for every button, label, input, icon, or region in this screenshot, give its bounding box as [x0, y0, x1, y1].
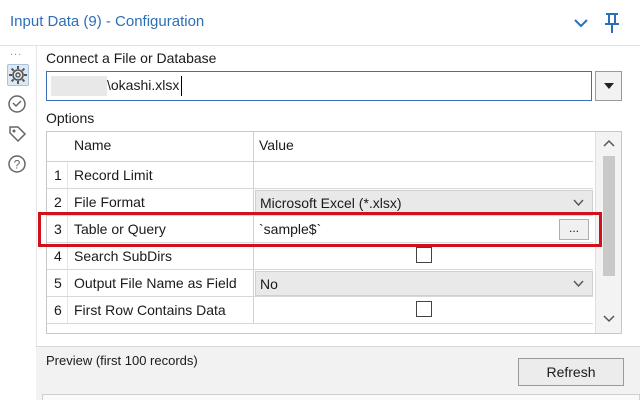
option-name: Output File Name as Field	[74, 275, 237, 291]
file-format-select[interactable]: Microsoft Excel (*.xlsx)	[255, 190, 593, 215]
title-bar: Input Data (9) - Configuration	[0, 0, 640, 46]
chevron-down-icon[interactable]	[573, 16, 589, 30]
connect-label: Connect a File or Database	[46, 50, 217, 66]
browse-button[interactable]: ...	[559, 219, 589, 240]
tag-icon[interactable]	[7, 124, 29, 146]
chevron-down-icon	[573, 280, 584, 287]
file-dropdown-button[interactable]	[595, 71, 622, 101]
option-name: File Format	[74, 194, 145, 210]
pin-icon[interactable]	[603, 12, 621, 34]
option-name: Table or Query	[74, 221, 166, 237]
svg-text:?: ?	[14, 158, 21, 172]
option-row-record-limit[interactable]: 1 Record Limit	[47, 162, 593, 189]
option-row-first-row-data[interactable]: 6 First Row Contains Data	[47, 297, 593, 324]
row-number: 3	[54, 221, 62, 237]
row-number: 5	[54, 275, 62, 291]
grid-header: Name Value	[47, 132, 593, 162]
option-name: Record Limit	[74, 167, 153, 183]
column-header-name: Name	[74, 137, 112, 153]
window-title: Input Data (9) - Configuration	[10, 13, 205, 30]
refresh-button[interactable]: Refresh	[518, 358, 624, 386]
output-file-name-select[interactable]: No	[255, 271, 593, 296]
option-name: Search SubDirs	[74, 248, 173, 264]
dropdown-arrow-icon	[604, 83, 614, 89]
connections-icon[interactable]	[7, 94, 29, 116]
chevron-down-icon	[573, 199, 584, 206]
output-file-name-value: No	[260, 276, 278, 292]
redacted-path	[51, 76, 107, 96]
options-label: Options	[46, 110, 95, 126]
gear-icon[interactable]	[7, 64, 29, 86]
file-format-value: Microsoft Excel (*.xlsx)	[260, 195, 402, 211]
row-number: 6	[54, 302, 62, 318]
row-number: 4	[54, 248, 62, 264]
file-path-value: \okashi.xlsx	[107, 77, 180, 93]
option-row-search-subdirs[interactable]: 4 Search SubDirs	[47, 243, 593, 270]
row-number: 1	[54, 167, 62, 183]
more-options-icon[interactable]: ...	[10, 46, 22, 58]
search-subdirs-checkbox[interactable]	[416, 247, 432, 263]
preview-panel: Preview (first 100 records) Refresh	[36, 346, 640, 400]
file-path-input[interactable]: \okashi.xlsx	[46, 71, 592, 101]
column-header-value: Value	[259, 137, 294, 153]
preview-table-edge	[42, 394, 640, 400]
option-name: First Row Contains Data	[74, 302, 226, 318]
option-row-table-or-query[interactable]: 3 Table or Query `sample$` ...	[47, 216, 593, 243]
table-or-query-value[interactable]: `sample$`	[259, 221, 321, 237]
help-icon[interactable]: ?	[7, 154, 29, 176]
first-row-data-checkbox[interactable]	[416, 301, 432, 317]
row-number: 2	[54, 194, 62, 210]
text-cursor	[181, 76, 182, 96]
scroll-down-icon[interactable]	[603, 315, 615, 323]
option-row-file-format[interactable]: 2 File Format Microsoft Excel (*.xlsx)	[47, 189, 593, 216]
options-grid: Name Value 1 Record Limit 2 File Format …	[46, 131, 622, 334]
option-row-output-file-name[interactable]: 5 Output File Name as Field No	[47, 270, 593, 297]
preview-label: Preview (first 100 records)	[46, 353, 198, 368]
side-rail: ... ?	[0, 46, 36, 400]
scrollbar-thumb[interactable]	[603, 156, 615, 276]
scroll-up-icon[interactable]	[603, 139, 615, 147]
vertical-scrollbar[interactable]	[595, 132, 621, 333]
